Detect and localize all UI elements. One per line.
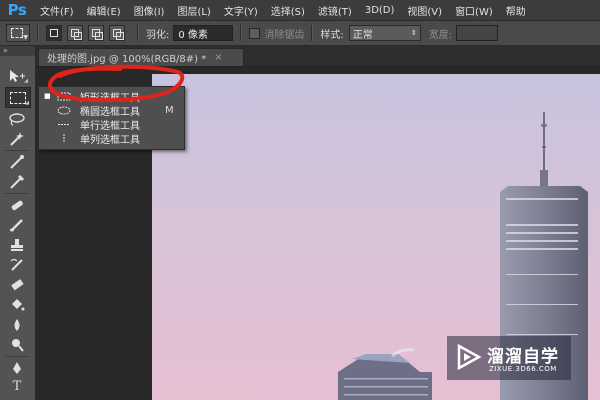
red-circle-annotation [48, 64, 185, 103]
menu-bar: Ps 文件(F) 编辑(E) 图像(I) 图层(L) 文字(Y) 选择(S) 滤… [0, 0, 600, 21]
intersect-selection-button[interactable] [109, 25, 125, 41]
menu-window[interactable]: 窗口(W) [455, 3, 493, 18]
toolbox-divider [5, 193, 29, 194]
toolbox-divider [5, 356, 29, 357]
lasso-tool-icon[interactable] [5, 109, 29, 128]
style-label: 样式: [320, 29, 344, 41]
flyout-item-single-column-marquee[interactable]: 单列选框工具 [39, 131, 184, 146]
menu-filter[interactable]: 滤镜(T) [318, 3, 352, 18]
menu-view[interactable]: 视图(V) [407, 3, 442, 18]
history-brush-tool-icon[interactable] [5, 255, 29, 274]
watermark: 溜溜自学 ZIXUE.3D66.COM [447, 336, 571, 380]
style-value: 正常 [352, 29, 373, 41]
menu-layer[interactable]: 图层(L) [177, 3, 210, 18]
intersect-selection-icon-back [116, 32, 124, 40]
toolbox-divider [5, 150, 29, 151]
collapse-panel-icon[interactable]: » [0, 46, 35, 56]
photoshop-logo: Ps [7, 1, 27, 19]
close-tab-icon[interactable]: × [214, 52, 222, 63]
crop-tool-icon[interactable] [5, 152, 29, 171]
play-logo-icon [457, 343, 482, 371]
menu-edit[interactable]: 编辑(E) [87, 3, 121, 18]
flyout-item-single-row-marquee[interactable]: 单行选框工具 [39, 117, 184, 132]
marquee-tool-glyph [10, 91, 26, 104]
flyout-label-column: 单列选框工具 [80, 134, 140, 146]
watermark-title: 溜溜自学 [487, 347, 559, 367]
divider [37, 25, 39, 41]
dodge-tool-icon[interactable] [5, 335, 29, 354]
menu-type[interactable]: 文字(Y) [224, 3, 258, 18]
watermark-url: ZIXUE.3D66.COM [489, 365, 557, 373]
move-tool-icon[interactable]: ◢ [5, 66, 29, 85]
subtract-from-selection-button[interactable] [88, 25, 104, 41]
magic-wand-tool-icon[interactable] [5, 129, 29, 148]
menu-file[interactable]: 文件(F) [40, 3, 74, 18]
new-selection-button[interactable] [46, 25, 62, 41]
select-arrows-icon: ⇕ [410, 29, 417, 37]
feather-input[interactable]: 0 像素 [173, 25, 234, 41]
menu-select[interactable]: 选择(S) [271, 3, 305, 18]
tool-preset-picker[interactable]: ▼ [6, 24, 30, 42]
pen-tool-icon[interactable] [5, 358, 29, 377]
new-selection-icon [50, 29, 58, 37]
add-to-selection-button[interactable] [67, 25, 83, 41]
options-bar: ▼ 羽化: 0 像素 消除锯齿 样式: 正常 ⇕ 宽度: [0, 21, 600, 46]
add-selection-icon-back [74, 32, 82, 40]
divider [240, 25, 243, 41]
marquee-tool-icon[interactable]: ◢ [5, 87, 31, 108]
tool-group-indicator: ◢ [24, 78, 28, 84]
feather-label: 羽化: [146, 29, 170, 41]
rect-marquee-icon [11, 28, 23, 38]
clone-stamp-tool-icon[interactable] [5, 235, 29, 254]
divider [311, 25, 314, 41]
tool-group-indicator: ◢ [25, 100, 29, 106]
subtract-selection-icon-back [95, 32, 103, 40]
brush-tool-icon[interactable] [5, 215, 29, 234]
antialias-label: 消除锯齿 [264, 29, 305, 41]
paint-bucket-tool-icon[interactable] [5, 295, 29, 314]
eraser-tool-icon[interactable] [5, 275, 29, 294]
eyedropper-tool-icon[interactable] [5, 172, 29, 191]
menu-help[interactable]: 帮助 [506, 3, 526, 18]
flyout-label-row: 单行选框工具 [80, 120, 140, 132]
tools-panel: » ◢ ◢ T [0, 46, 36, 400]
healing-brush-tool-icon[interactable] [5, 195, 29, 214]
menu-3d[interactable]: 3D(D) [365, 5, 395, 16]
divider [137, 25, 139, 41]
blur-tool-icon[interactable] [5, 315, 29, 334]
width-label: 宽度: [428, 29, 453, 41]
dropdown-arrow-icon: ▼ [23, 34, 28, 41]
style-select[interactable]: 正常 ⇕ [348, 25, 421, 41]
antialias-checkbox[interactable] [249, 27, 261, 39]
menu-image[interactable]: 图像(I) [134, 3, 165, 18]
single-row-marquee-icon [58, 123, 70, 125]
single-column-marquee-icon [63, 133, 65, 143]
type-tool-icon[interactable]: T [5, 377, 29, 396]
width-input[interactable] [456, 25, 499, 41]
